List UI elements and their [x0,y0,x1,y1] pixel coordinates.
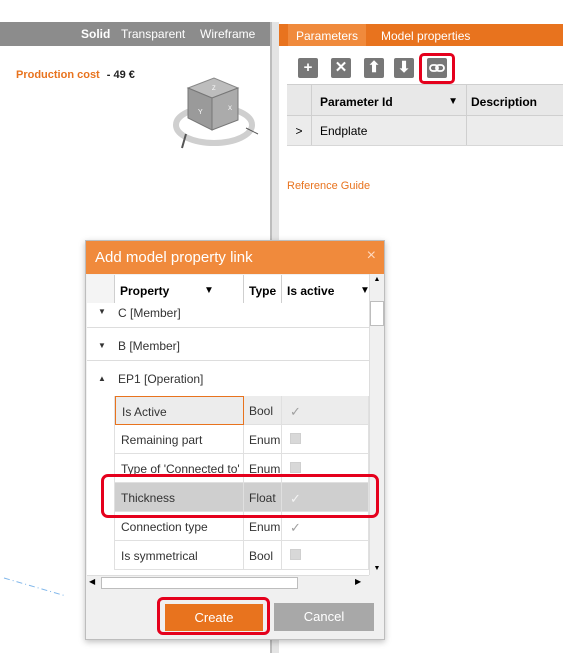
view-cube-icon[interactable]: Z Y X [168,70,268,156]
model-dashed-line [3,577,67,597]
dialog-title: Add model property link × [86,241,384,274]
move-down-icon: ⬇ [397,59,411,76]
parameters-table-header: Parameter Id ▼ Description [287,85,563,116]
group-row-c-member[interactable]: ▼ C [Member] [87,303,369,328]
property-grid: Property ▼ Type Is active ▼ ▼ C [Member]… [87,275,369,575]
tab-parameters[interactable]: Parameters [288,24,367,46]
unchecked-box-icon[interactable] [290,549,301,560]
close-icon[interactable]: × [367,247,376,265]
horizontal-scrollbar[interactable]: ◀ ▶ [87,575,369,590]
add-parameter-button[interactable]: + [298,58,318,78]
scroll-down-icon[interactable]: ▼ [370,563,384,575]
cube-face-x: X [228,106,232,112]
delete-parameter-button[interactable]: ✕ [331,58,351,78]
scroll-right-icon[interactable]: ▶ [355,577,361,586]
parameters-table: Parameter Id ▼ Description > Endplate [287,84,563,146]
create-button-highlight [157,597,270,635]
view-mode-transparent[interactable]: Transparent [121,27,185,41]
property-row-is-active[interactable]: Is Active Bool ✓ [87,396,369,425]
row-description [467,116,563,145]
unchecked-box-icon[interactable] [290,433,301,444]
app-root: Solid Transparent Wireframe Production c… [0,0,563,653]
expanded-arrow-icon[interactable]: ▲ [98,374,106,383]
production-cost: Production cost - 49 € [16,69,135,81]
tab-model-properties[interactable]: Model properties [373,24,478,46]
production-cost-label: Production cost [16,69,100,81]
add-icon: + [303,59,313,76]
collapsed-arrow-icon[interactable]: ▼ [98,341,106,350]
scroll-left-icon[interactable]: ◀ [89,577,95,586]
view-mode-wireframe[interactable]: Wireframe [200,27,255,41]
delete-icon: ✕ [334,59,348,76]
horizontal-scroll-thumb[interactable] [101,577,298,589]
filter-icon[interactable]: ▼ [360,285,369,296]
column-parameter-id[interactable]: Parameter Id ▼ [312,85,467,115]
checked-icon[interactable]: ✓ [290,520,301,535]
cube-face-y: Y [198,109,203,116]
reference-guide-link[interactable]: Reference Guide [287,180,370,192]
add-model-property-link-dialog: Add model property link × Property ▼ Typ… [85,240,385,640]
link-button-highlight [419,53,455,84]
scroll-up-icon[interactable]: ▲ [370,274,384,286]
vertical-scrollbar[interactable]: ▲ ▼ [369,274,384,575]
view-mode-solid[interactable]: Solid [81,27,110,41]
filter-icon[interactable]: ▼ [204,285,214,296]
vertical-scroll-thumb[interactable] [370,301,384,326]
checked-icon[interactable]: ✓ [290,404,301,419]
move-up-button[interactable]: ⬆ [364,58,384,78]
cube-face-z: Z [212,86,216,92]
group-row-b-member[interactable]: ▼ B [Member] [87,328,369,361]
unchecked-box-icon[interactable] [290,462,301,473]
production-cost-value: - 49 € [106,69,135,81]
row-parameter-id: Endplate [312,116,467,145]
right-panel-tabs: Parameters Model properties [279,24,563,46]
collapsed-arrow-icon[interactable]: ▼ [98,307,106,316]
filter-icon[interactable]: ▼ [448,96,458,107]
column-description[interactable]: Description [467,85,563,115]
cancel-button[interactable]: Cancel [274,603,374,631]
view-mode-toolbar: Solid Transparent Wireframe [0,22,270,46]
move-down-button[interactable]: ⬇ [394,58,414,78]
thickness-row-highlight [101,474,379,518]
move-up-icon: ⬆ [367,59,381,76]
property-row-remaining-part[interactable]: Remaining part Enum [87,425,369,454]
row-expander-icon[interactable]: > [287,116,312,145]
table-row[interactable]: > Endplate [287,116,563,146]
property-row-is-symmetrical[interactable]: Is symmetrical Bool [87,541,369,570]
group-row-ep1-operation[interactable]: ▲ EP1 [Operation] [87,361,369,394]
